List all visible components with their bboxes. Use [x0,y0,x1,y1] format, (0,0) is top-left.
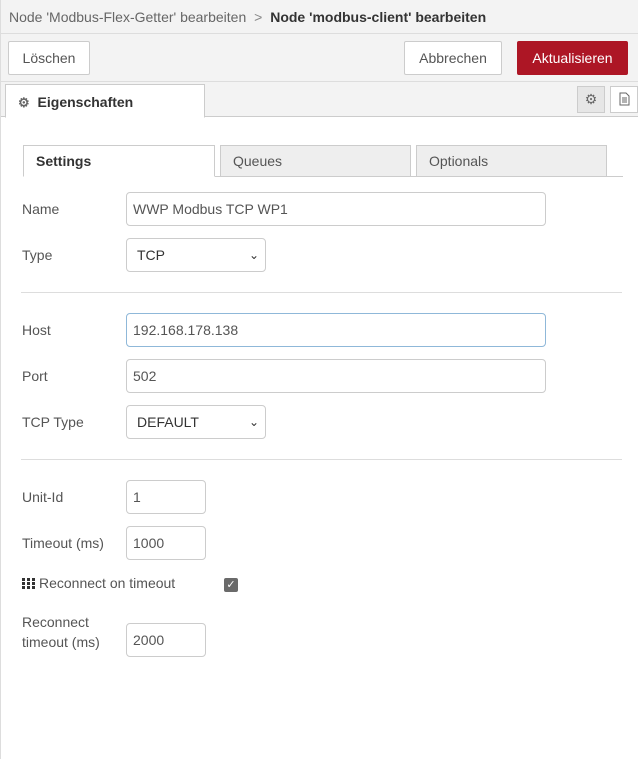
breadcrumb-parent[interactable]: Node 'Modbus-Flex-Getter' bearbeiten [9,9,246,25]
dialog-toolbar: Löschen Abbrechen Aktualisieren [1,34,638,82]
type-select-value: TCP [137,247,165,263]
grid-icon [22,578,35,589]
timeout-field[interactable]: 1000 [126,526,206,560]
host-field[interactable]: 192.168.178.138 [126,313,546,347]
gear-icon[interactable]: ⚙ [577,86,605,113]
reconnect-label: Reconnect on timeout [39,575,176,591]
breadcrumb-separator: > [254,9,263,25]
host-label: Host [22,322,51,338]
chevron-down-icon: ⌄ [248,248,259,262]
breadcrumb-current: Node 'modbus-client' bearbeiten [270,9,487,25]
update-button[interactable]: Aktualisieren [517,41,628,75]
reconnect-timeout-label-line1: Reconnect [22,614,89,630]
chevron-down-icon: ⌄ [248,415,259,429]
tab-properties[interactable]: ⚙ Eigenschaften [5,84,205,118]
reconnect-timeout-field[interactable]: 2000 [126,623,206,657]
gear-icon: ⚙ [18,95,30,110]
tab-settings[interactable]: Settings [23,145,215,177]
port-label: Port [22,368,48,384]
edit-dialog: Node 'Modbus-Flex-Getter' bearbeiten > N… [0,0,638,759]
reconnect-timeout-label: Reconnect timeout (ms) [22,612,100,652]
tcp-type-select-value: DEFAULT [137,414,199,430]
unit-id-field[interactable]: 1 [126,480,206,514]
unit-id-label: Unit-Id [22,489,64,505]
port-field[interactable]: 502 [126,359,546,393]
tab-optionals[interactable]: Optionals [416,145,607,177]
reconnect-checkbox[interactable]: ✓ [224,578,238,592]
divider [21,459,622,460]
tcp-type-label: TCP Type [22,414,84,430]
name-label: Name [22,201,60,217]
reconnect-label-row: Reconnect on timeout [22,575,175,591]
type-select[interactable]: TCP ⌄ [126,238,266,272]
tab-bar: ⚙ Eigenschaften ⚙ [1,82,638,118]
delete-button[interactable]: Löschen [8,41,90,75]
cancel-button[interactable]: Abbrechen [404,41,502,75]
reconnect-timeout-label-line2: timeout (ms) [22,634,100,650]
timeout-label: Timeout (ms) [22,535,104,551]
divider [21,292,622,293]
type-label: Type [22,247,53,263]
name-field[interactable]: WWP Modbus TCP WP1 [126,192,546,226]
breadcrumb: Node 'Modbus-Flex-Getter' bearbeiten > N… [1,0,638,34]
settings-tabs: Settings Queues Optionals [23,145,623,177]
tab-queues[interactable]: Queues [220,145,411,177]
tab-properties-label: Eigenschaften [37,94,134,110]
document-icon[interactable] [610,86,638,113]
tcp-type-select[interactable]: DEFAULT ⌄ [126,405,266,439]
